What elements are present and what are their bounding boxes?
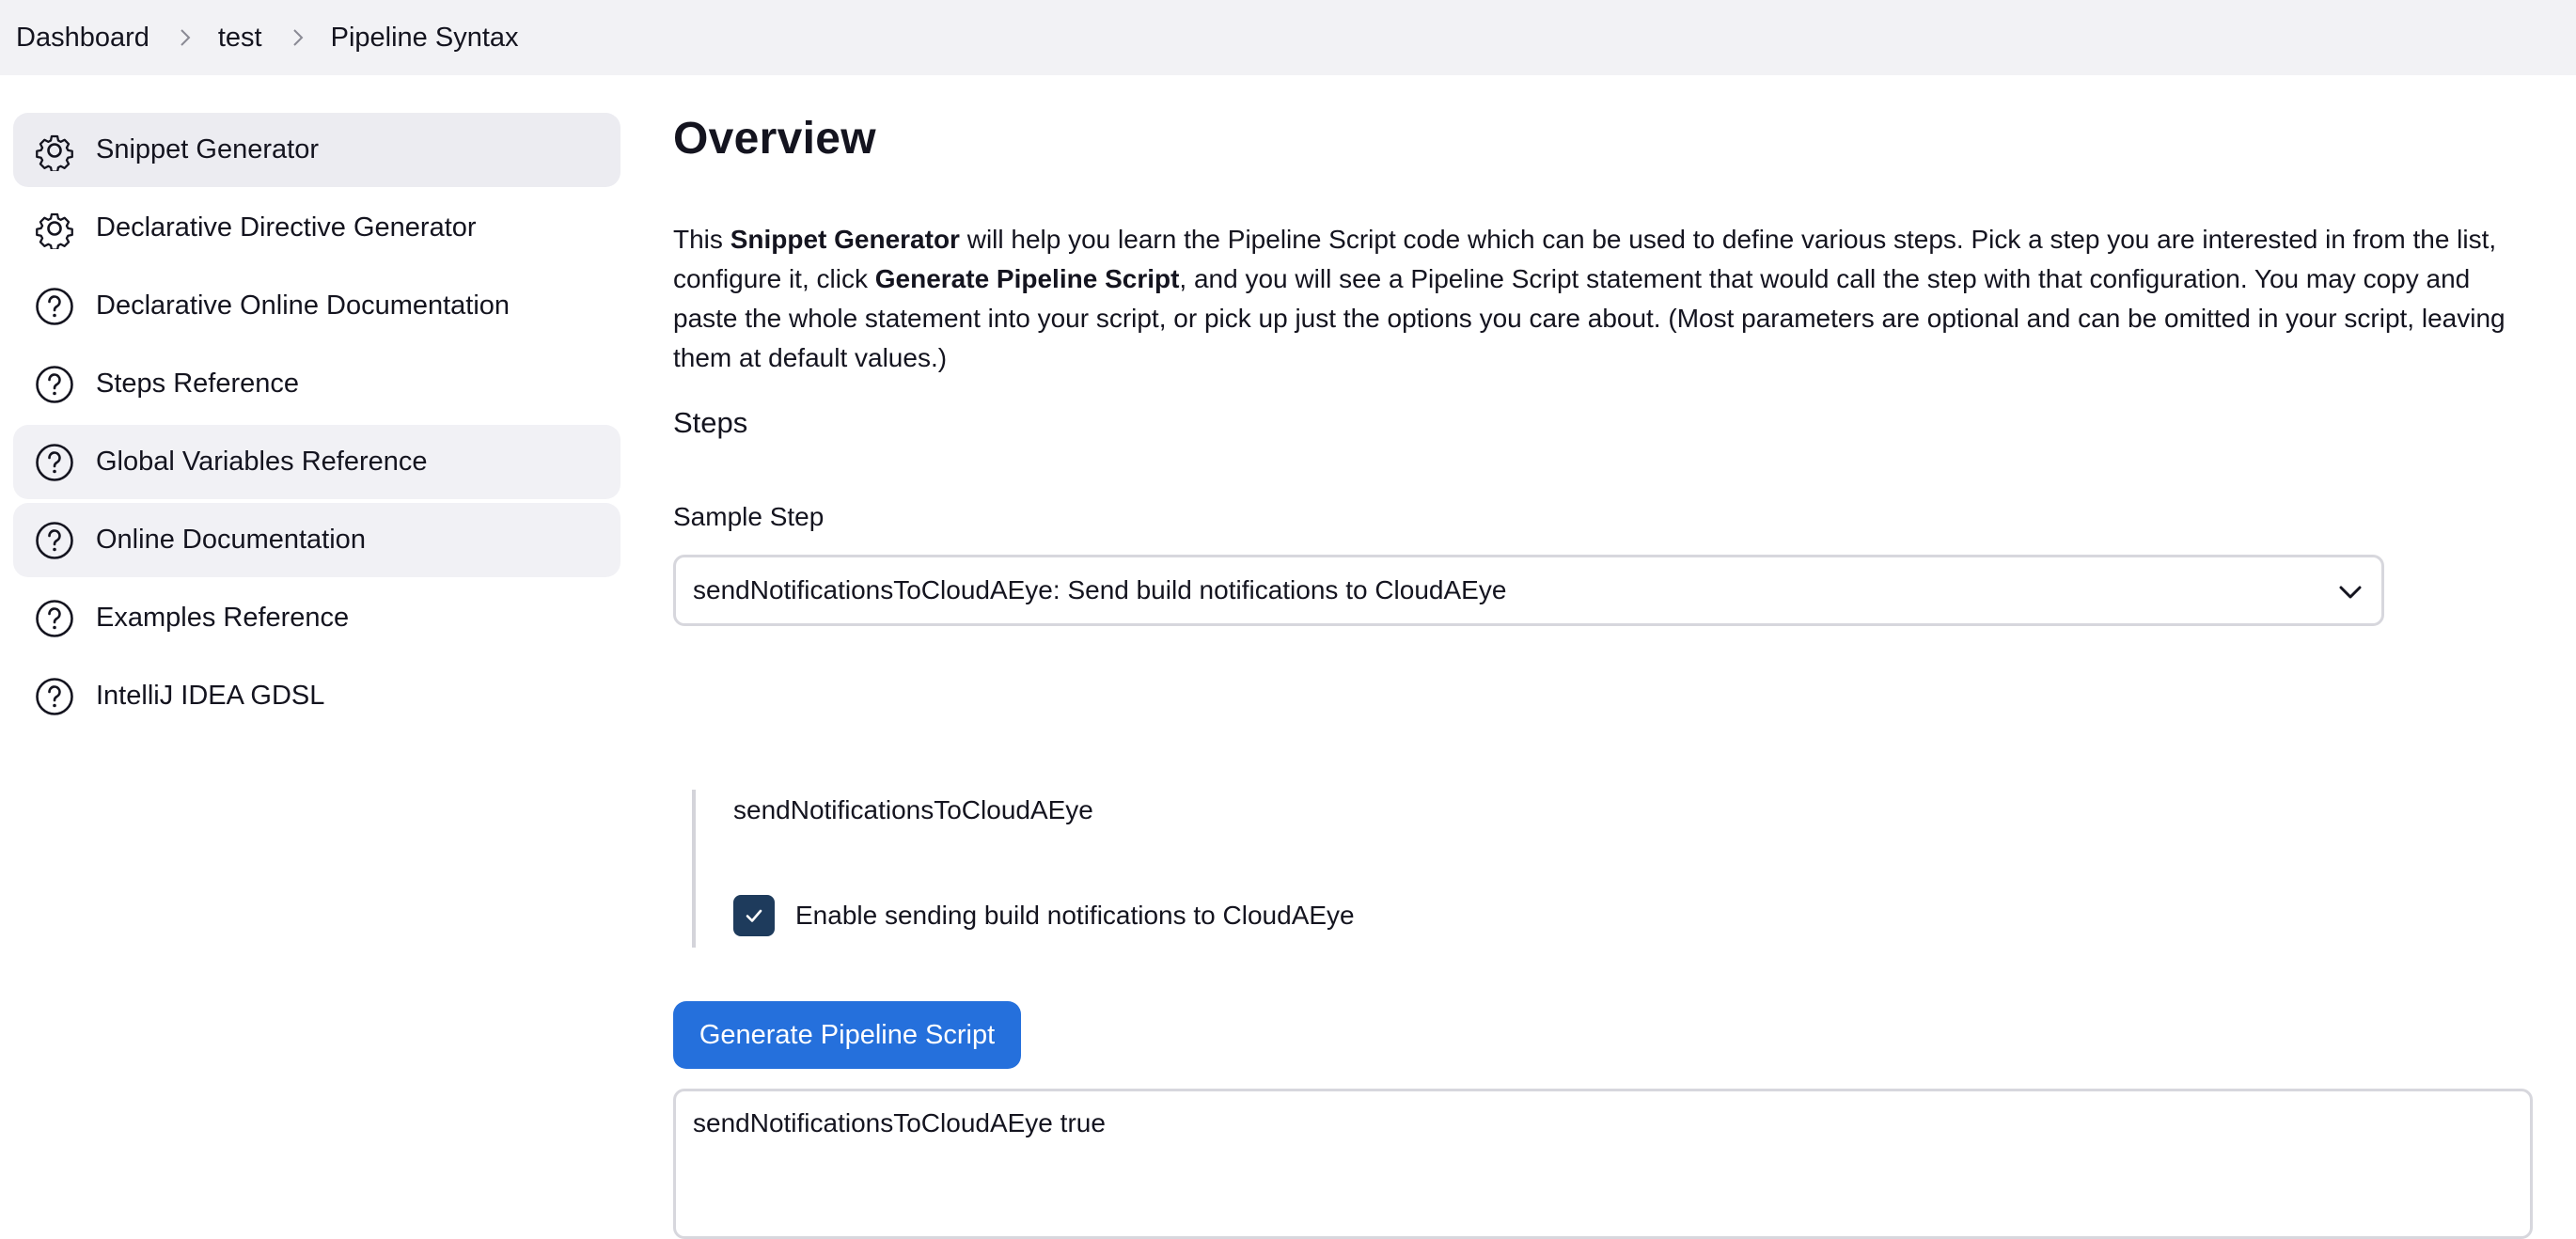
intro-text: This Snippet Generator will help you lea… [673, 225, 2505, 372]
page-title: Overview [673, 114, 876, 164]
sidebar-item-declarative-online-documentation[interactable]: Declarative Online Documentation [13, 269, 620, 343]
gear-icon [34, 130, 75, 171]
sidebar-item-examples-reference[interactable]: Examples Reference [13, 581, 620, 655]
sidebar-item-label: Examples Reference [96, 603, 350, 633]
sidebar-item-label: Online Documentation [96, 525, 366, 555]
sidebar-item-label: Declarative Online Documentation [96, 290, 510, 321]
sidebar-item-intellij-idea-gdsl[interactable]: IntelliJ IDEA GDSL [13, 659, 620, 733]
chevron-right-icon [178, 27, 193, 48]
sidebar-item-label: Global Variables Reference [96, 447, 428, 477]
sample-step-value: sendNotificationsToCloudAEye: Send build… [693, 575, 1507, 604]
gear-icon [34, 208, 75, 249]
sidebar-item-label: Declarative Directive Generator [96, 212, 477, 243]
help-circle-icon [34, 598, 75, 639]
help-circle-icon [34, 520, 75, 561]
chevron-down-icon [2339, 586, 2362, 599]
sidebar-item-declarative-directive-generator[interactable]: Declarative Directive Generator [13, 191, 620, 265]
sidebar-item-label: IntelliJ IDEA GDSL [96, 681, 325, 711]
enable-notifications-checkbox[interactable] [733, 895, 775, 936]
step-config-block: sendNotificationsToCloudAEye Enable send… [692, 790, 2290, 948]
sidebar-item-online-documentation[interactable]: Online Documentation [13, 503, 620, 577]
sample-step-label: Sample Step [673, 502, 825, 531]
sidebar-item-global-variables-reference[interactable]: Global Variables Reference [13, 425, 620, 499]
checkmark-icon [746, 909, 762, 922]
help-circle-icon [34, 442, 75, 483]
main-content: Overview This Snippet Generator will hel… [673, 113, 2535, 1239]
generate-pipeline-script-button[interactable]: Generate Pipeline Script [673, 1001, 1021, 1069]
sidebar-item-steps-reference[interactable]: Steps Reference [13, 347, 620, 421]
generated-script-textarea[interactable]: sendNotificationsToCloudAEye true [673, 1089, 2533, 1239]
breadcrumb-pipeline-syntax[interactable]: Pipeline Syntax [331, 23, 519, 54]
sample-step-select[interactable]: sendNotificationsToCloudAEye: Send build… [673, 555, 2384, 626]
breadcrumb-test[interactable]: test [218, 23, 262, 54]
help-circle-icon [34, 676, 75, 717]
sidebar-item-label: Snippet Generator [96, 134, 319, 165]
sidebar: Snippet Generator Declarative Directive … [13, 113, 620, 737]
step-config-title: sendNotificationsToCloudAEye [733, 795, 1093, 824]
enable-notifications-checkbox-row[interactable]: Enable sending build notifications to Cl… [733, 895, 1355, 936]
help-circle-icon [34, 286, 75, 327]
steps-heading: Steps [673, 406, 748, 439]
breadcrumb: Dashboard test Pipeline Syntax [0, 0, 2576, 75]
enable-notifications-label: Enable sending build notifications to Cl… [795, 901, 1355, 930]
breadcrumb-dashboard[interactable]: Dashboard [16, 23, 149, 54]
sidebar-item-snippet-generator[interactable]: Snippet Generator [13, 113, 620, 187]
sidebar-item-label: Steps Reference [96, 369, 300, 399]
help-circle-icon [34, 364, 75, 405]
chevron-right-icon [291, 27, 306, 48]
